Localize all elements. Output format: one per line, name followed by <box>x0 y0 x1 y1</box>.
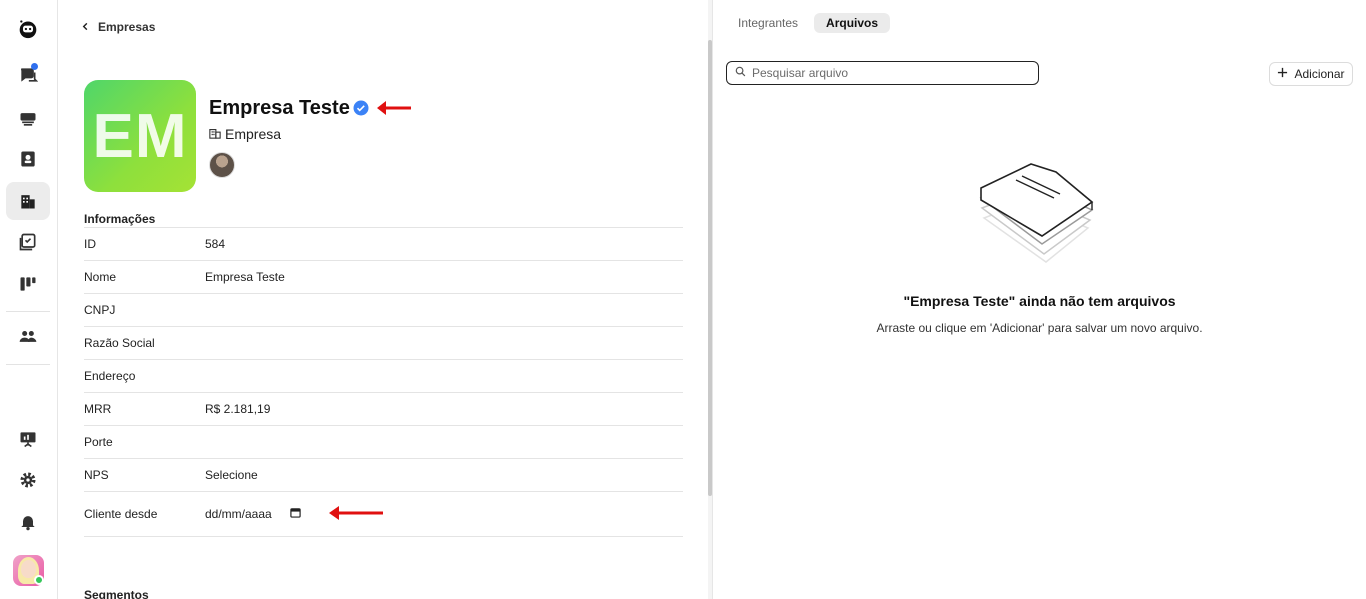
chat-icon[interactable] <box>6 56 50 94</box>
building-icon <box>209 126 221 142</box>
empty-folder-illustration-icon <box>979 163 1094 263</box>
add-file-button[interactable]: Adicionar <box>1269 62 1353 86</box>
tab-arquivos[interactable]: Arquivos <box>814 13 891 33</box>
settings-icon[interactable] <box>6 461 50 499</box>
segments-section-title: Segmentos <box>84 588 149 599</box>
app-logo-icon[interactable] <box>6 10 50 48</box>
info-key: Cliente desde <box>84 507 158 521</box>
info-row-razao-social: Razão Social <box>84 327 683 360</box>
plus-icon <box>1277 67 1288 81</box>
info-key: Razão Social <box>84 336 155 350</box>
tab-integrantes[interactable]: Integrantes <box>726 13 810 33</box>
nps-select[interactable]: Selecione <box>205 468 258 482</box>
info-value[interactable]: Empresa Teste <box>205 270 285 284</box>
companies-icon[interactable] <box>6 182 50 220</box>
info-section-title: Informações <box>84 212 156 226</box>
client-since-date-input[interactable]: dd/mm/aaaa <box>205 507 301 521</box>
search-input[interactable] <box>752 66 1022 80</box>
info-table: ID 584 Nome Empresa Teste CNPJ Razão Soc… <box>84 227 683 537</box>
back-link-label: Empresas <box>98 20 156 34</box>
notification-dot <box>31 63 38 70</box>
info-value[interactable]: 584 <box>205 237 225 251</box>
info-row-mrr: MRR R$ 2.181,19 <box>84 393 683 426</box>
info-key: MRR <box>84 402 112 416</box>
annotation-arrow-icon <box>329 506 383 520</box>
verified-badge-icon <box>353 100 369 116</box>
inbox-icon[interactable] <box>6 100 50 138</box>
company-detail-panel: Empresas EM Empresa Teste Empresa Inform… <box>59 0 707 599</box>
calendar-icon[interactable] <box>290 507 301 521</box>
info-row-endereco: Endereço <box>84 360 683 393</box>
company-type: Empresa <box>209 126 281 142</box>
company-name: Empresa Teste <box>209 97 350 119</box>
online-status-dot <box>34 575 44 585</box>
company-type-label: Empresa <box>225 126 282 142</box>
chevron-left-icon <box>81 20 90 34</box>
search-icon <box>735 64 746 82</box>
info-key: Endereço <box>84 369 136 383</box>
info-row-cnpj: CNPJ <box>84 294 683 327</box>
info-row-id: ID 584 <box>84 228 683 261</box>
info-key: NPS <box>84 468 109 482</box>
back-link[interactable]: Empresas <box>81 20 155 34</box>
info-key: CNPJ <box>84 303 116 317</box>
sidebar-rail <box>0 0 58 599</box>
bell-icon[interactable] <box>6 503 50 541</box>
owner-avatar[interactable] <box>209 152 235 178</box>
date-placeholder: dd/mm/aaaa <box>205 507 272 521</box>
file-search[interactable] <box>726 61 1039 85</box>
info-key: Porte <box>84 435 113 449</box>
empty-state-subtitle: Arraste ou clique em 'Adicionar' para sa… <box>876 321 1203 335</box>
tasks-icon[interactable] <box>6 223 50 261</box>
rail-divider <box>6 311 50 312</box>
files-panel: Integrantes Arquivos Adicionar "Empresa … <box>713 0 1366 599</box>
contacts-icon[interactable] <box>6 140 50 178</box>
info-row-nps: NPS Selecione <box>84 459 683 492</box>
empty-state-title: "Empresa Teste" ainda não tem arquivos <box>903 293 1176 309</box>
info-row-porte: Porte <box>84 426 683 459</box>
info-value[interactable]: R$ 2.181,19 <box>205 402 270 416</box>
info-key: ID <box>84 237 96 251</box>
company-logo[interactable]: EM <box>84 80 196 192</box>
presentation-icon[interactable] <box>6 420 50 458</box>
info-row-nome: Nome Empresa Teste <box>84 261 683 294</box>
add-file-label: Adicionar <box>1294 67 1345 81</box>
rail-divider <box>6 364 50 365</box>
panel-tabs: Integrantes Arquivos <box>726 13 891 33</box>
annotation-arrow-icon <box>377 101 411 115</box>
company-initials: EM <box>92 101 188 171</box>
team-icon[interactable] <box>6 317 50 355</box>
info-key: Nome <box>84 270 117 284</box>
kanban-icon[interactable] <box>6 265 50 303</box>
